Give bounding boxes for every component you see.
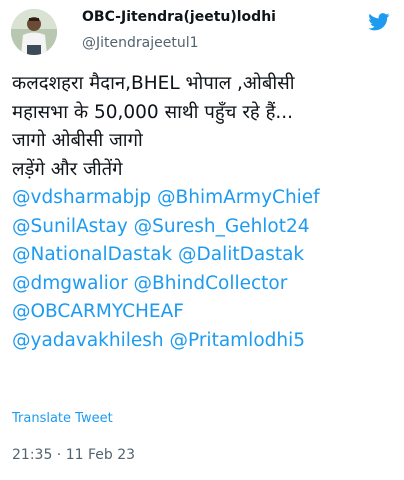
tweet-text-line: महासभा के 50,000 साथी पहुँच रहे हैं... [12,101,294,123]
mention-line[interactable]: @vdsharmabjp @BhimArmyChief [12,184,396,213]
tweet-text-line: कलदशहरा मैदान,BHEL भोपाल ,ओबीसी [12,73,295,94]
tweet-card: OBC-Jitendra(jeetu)lodhi @Jitendrajeetul… [0,0,404,480]
tweet-text-line: लड़ेंगे और जीतेंगे [12,158,123,180]
tweet-text: कलदशहरा मैदान,BHEL भोपाल ,ओबीसी महासभा क… [12,70,396,355]
tweet-timestamp[interactable]: 21:35 · 11 Feb 23 [12,447,135,463]
translate-tweet-link[interactable]: Translate Tweet [12,411,113,426]
author-display-name[interactable]: OBC-Jitendra(jeetu)lodhi [82,9,276,25]
twitter-bird-icon[interactable] [368,13,390,31]
mention-line[interactable]: @yadavakhilesh @Pritamlodhi5 [12,327,396,356]
mention-line[interactable]: @dmgwalior @BhindCollector [12,270,396,299]
mention-line[interactable]: @NationalDastak @DalitDastak [12,241,396,270]
avatar[interactable] [11,9,57,55]
author-handle[interactable]: @Jitendrajeetul1 [82,35,199,51]
mention-line[interactable]: @OBCARMYCHEAF [12,298,396,327]
mention-line[interactable]: @SunilAstay @Suresh_Gehlot24 [12,213,396,242]
avatar-image [11,9,57,55]
tweet-text-line: जागो ओबीसी जागो [12,130,143,151]
